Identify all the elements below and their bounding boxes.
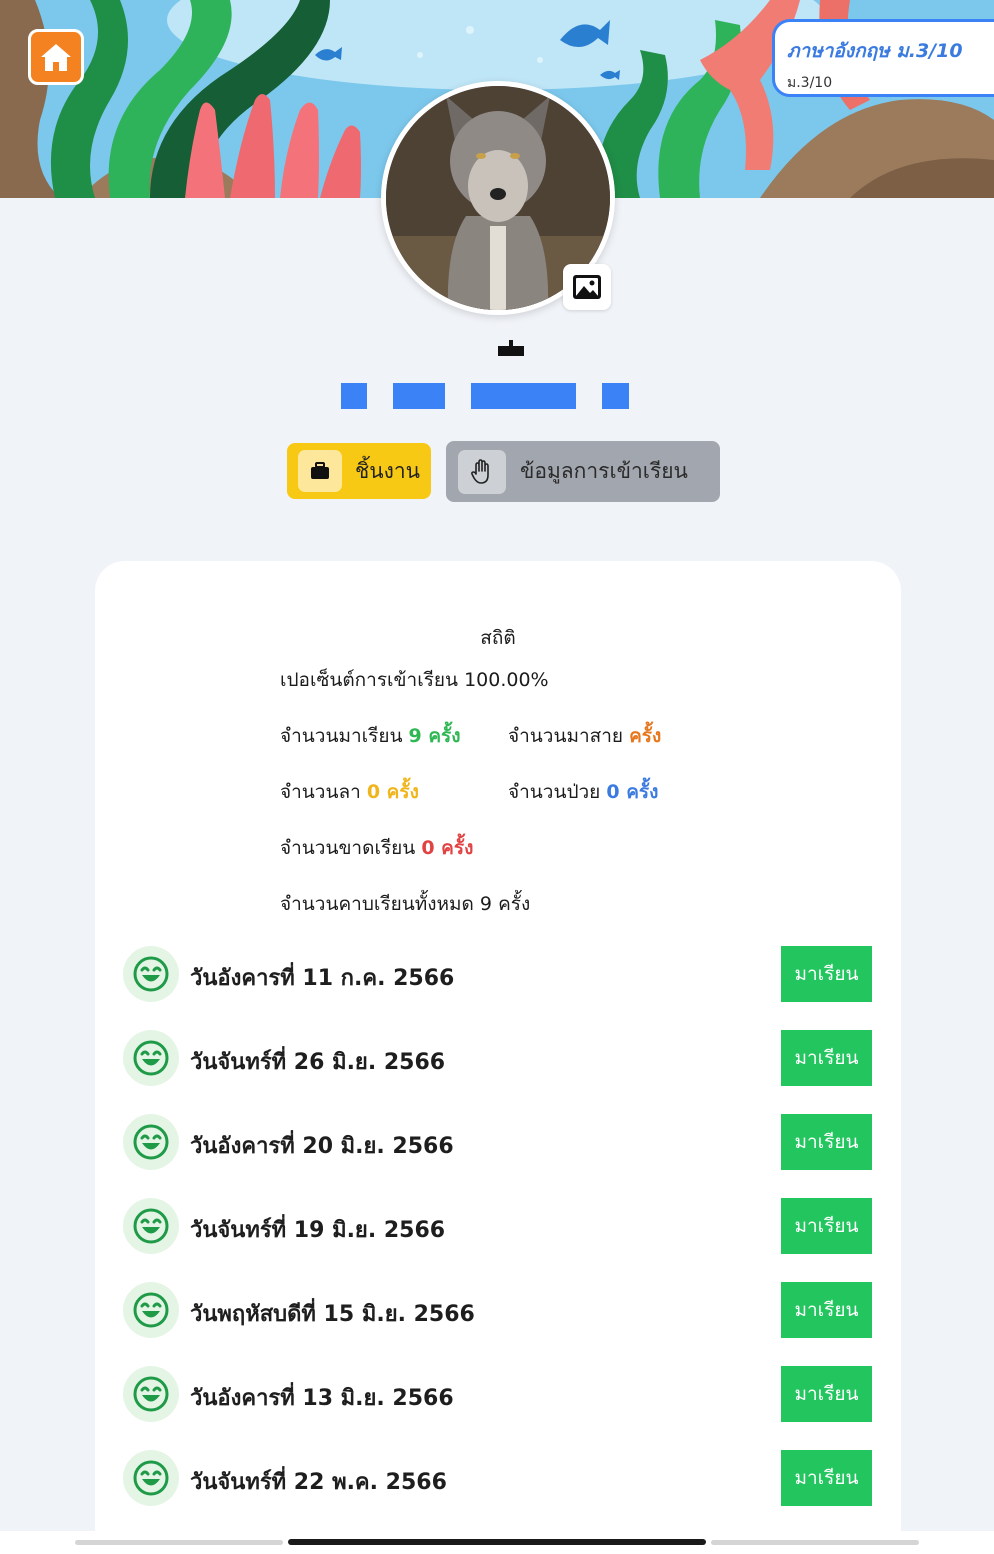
smile-icon: [123, 1450, 179, 1506]
student-id-redacted: [602, 383, 629, 409]
stat-absent-value: 0 ครั้ง: [421, 837, 474, 859]
tab-attendance[interactable]: ข้อมูลการเข้าเรียน: [446, 441, 720, 502]
attendance-percent: เปอเซ็นต์การเข้าเรียน 100.00%: [280, 669, 549, 691]
stat-late-value: ครั้ง: [629, 725, 662, 747]
scroll-track: [75, 1540, 283, 1545]
status-badge[interactable]: มาเรียน: [781, 946, 872, 1002]
class-title: ภาษาอังกฤษ ม.3/10: [787, 40, 963, 62]
stat-present-value: 9 ครั้ง: [408, 725, 461, 747]
attendance-row: วันจันทร์ที่ 19 มิ.ย. 2566 มาเรียน: [123, 1198, 873, 1254]
smile-icon: [123, 946, 179, 1002]
status-badge[interactable]: มาเรียน: [781, 1450, 872, 1506]
scroll-track: [711, 1540, 919, 1545]
attendance-row: วันอังคารที่ 20 มิ.ย. 2566 มาเรียน: [123, 1114, 873, 1170]
stat-absent: จำนวนขาดเรียน 0 ครั้ง: [280, 833, 473, 863]
status-badge[interactable]: มาเรียน: [781, 1282, 872, 1338]
tab-work[interactable]: ชิ้นงาน: [287, 443, 431, 499]
student-name-redacted: [498, 340, 524, 356]
status-badge[interactable]: มาเรียน: [781, 1030, 872, 1086]
stats-title: สถิติ: [480, 627, 516, 649]
student-id-redacted: [341, 383, 367, 409]
attendance-date: วันจันทร์ที่ 19 มิ.ย. 2566: [190, 1218, 446, 1243]
student-id-redacted: [393, 383, 445, 409]
attendance-row: วันอังคารที่ 13 มิ.ย. 2566 มาเรียน: [123, 1366, 873, 1422]
attendance-row: วันจันทร์ที่ 26 มิ.ย. 2566 มาเรียน: [123, 1030, 873, 1086]
attendance-date: วันอังคารที่ 13 มิ.ย. 2566: [190, 1386, 454, 1411]
briefcase-icon: [298, 450, 342, 492]
attendance-date: วันพฤหัสบดีที่ 15 มิ.ย. 2566: [190, 1302, 475, 1327]
status-badge[interactable]: มาเรียน: [781, 1366, 872, 1422]
stat-sick: จำนวนป่วย 0 ครั้ง: [508, 777, 658, 807]
stat-present: จำนวนมาเรียน 9 ครั้ง: [280, 721, 461, 751]
attendance-card: สถิติ เปอเซ็นต์การเข้าเรียน 100.00% จำนว…: [95, 561, 901, 1554]
smile-icon: [123, 1366, 179, 1422]
class-level: ม.3/10: [787, 75, 833, 91]
attendance-row: วันพฤหัสบดีที่ 15 มิ.ย. 2566 มาเรียน: [123, 1282, 873, 1338]
stat-leave-value: 0 ครั้ง: [366, 781, 419, 803]
home-indicator[interactable]: [288, 1539, 706, 1545]
attendance-date: วันจันทร์ที่ 26 มิ.ย. 2566: [190, 1050, 446, 1075]
smile-icon: [123, 1198, 179, 1254]
page: ภาษาอังกฤษ ม.3/10 ม.3/10 ชิ้นงาน ข้อมูลก…: [0, 0, 994, 1554]
stat-leave: จำนวนลา 0 ครั้ง: [280, 777, 419, 807]
attendance-date: วันอังคารที่ 20 มิ.ย. 2566: [190, 1134, 454, 1159]
change-photo-button[interactable]: [563, 264, 611, 310]
stat-sick-label: จำนวนป่วย: [508, 781, 601, 803]
stat-late-label: จำนวนมาสาย: [508, 725, 624, 747]
smile-icon: [123, 1282, 179, 1338]
stat-late: จำนวนมาสาย ครั้ง: [508, 721, 661, 751]
stat-total: จำนวนคาบเรียนทั้งหมด 9 ครั้ง: [280, 893, 531, 915]
hand-icon: [458, 449, 506, 494]
student-id-redacted: [471, 383, 576, 409]
tab-attendance-label: ข้อมูลการเข้าเรียน: [520, 459, 688, 483]
stat-leave-label: จำนวนลา: [280, 781, 361, 803]
home-icon: [41, 44, 71, 71]
status-badge[interactable]: มาเรียน: [781, 1198, 872, 1254]
tab-work-label: ชิ้นงาน: [355, 458, 421, 483]
attendance-date: วันอังคารที่ 11 ก.ค. 2566: [190, 966, 455, 991]
smile-icon: [123, 1030, 179, 1086]
class-info-card: ภาษาอังกฤษ ม.3/10 ม.3/10: [772, 19, 994, 97]
attendance-row: วันจันทร์ที่ 22 พ.ค. 2566 มาเรียน: [123, 1450, 873, 1506]
status-badge[interactable]: มาเรียน: [781, 1114, 872, 1170]
attendance-date: วันจันทร์ที่ 22 พ.ค. 2566: [190, 1470, 447, 1495]
image-icon: [573, 275, 601, 299]
stat-absent-label: จำนวนขาดเรียน: [280, 837, 416, 859]
smile-icon: [123, 1114, 179, 1170]
home-button[interactable]: [28, 29, 84, 85]
attendance-row: วันอังคารที่ 11 ก.ค. 2566 มาเรียน: [123, 946, 873, 1002]
stat-present-label: จำนวนมาเรียน: [280, 725, 403, 747]
stat-sick-value: 0 ครั้ง: [606, 781, 659, 803]
